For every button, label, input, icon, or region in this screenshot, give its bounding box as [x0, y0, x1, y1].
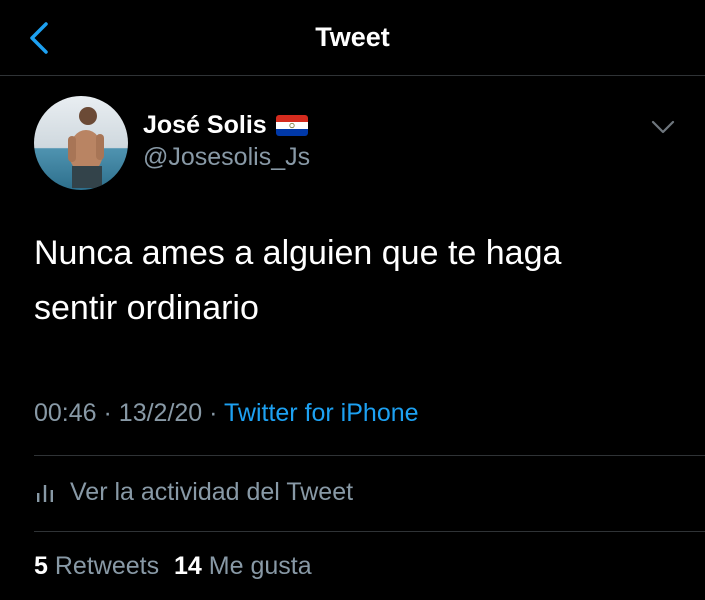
- activity-label: Ver la actividad del Tweet: [70, 477, 354, 506]
- tweet-time: 00:46: [34, 399, 97, 427]
- bar-chart-icon: [37, 485, 53, 502]
- paraguay-flag-icon: [275, 114, 308, 136]
- tweet-text: Nunca ames a alguien que te haga sentir …: [34, 234, 562, 327]
- tweet-date: 13/2/20: [118, 399, 203, 427]
- avatar-photo: [34, 96, 128, 190]
- top-bar: Tweet: [0, 0, 705, 76]
- author-name-row[interactable]: José Solis: [143, 109, 308, 141]
- divider: [34, 455, 705, 456]
- retweets-stat[interactable]: 5 Retweets: [34, 552, 166, 580]
- tweet-activity-link[interactable]: Ver la actividad del Tweet: [34, 470, 353, 514]
- chevron-down-icon: [651, 120, 675, 134]
- meta-separator: ·: [103, 399, 112, 427]
- divider: [34, 531, 705, 532]
- likes-count: 14: [174, 552, 202, 580]
- avatar[interactable]: [34, 96, 128, 190]
- meta-separator: ·: [209, 399, 218, 427]
- more-options-button[interactable]: [648, 116, 678, 138]
- tweet-stats: 5 Retweets 14 Me gusta: [34, 552, 312, 581]
- retweets-count: 5: [34, 552, 48, 580]
- retweets-label: Retweets: [54, 552, 160, 580]
- likes-label: Me gusta: [208, 552, 312, 580]
- likes-stat[interactable]: 14 Me gusta: [174, 552, 312, 580]
- author-handle[interactable]: @Josesolis_Js: [143, 143, 310, 172]
- tweet-source-link[interactable]: Twitter for iPhone: [224, 399, 419, 427]
- page-title: Tweet: [315, 22, 390, 52]
- tweet-meta: 00:46 · 13/2/20 · Twitter for iPhone: [34, 399, 419, 428]
- author-name: José Solis: [143, 110, 267, 139]
